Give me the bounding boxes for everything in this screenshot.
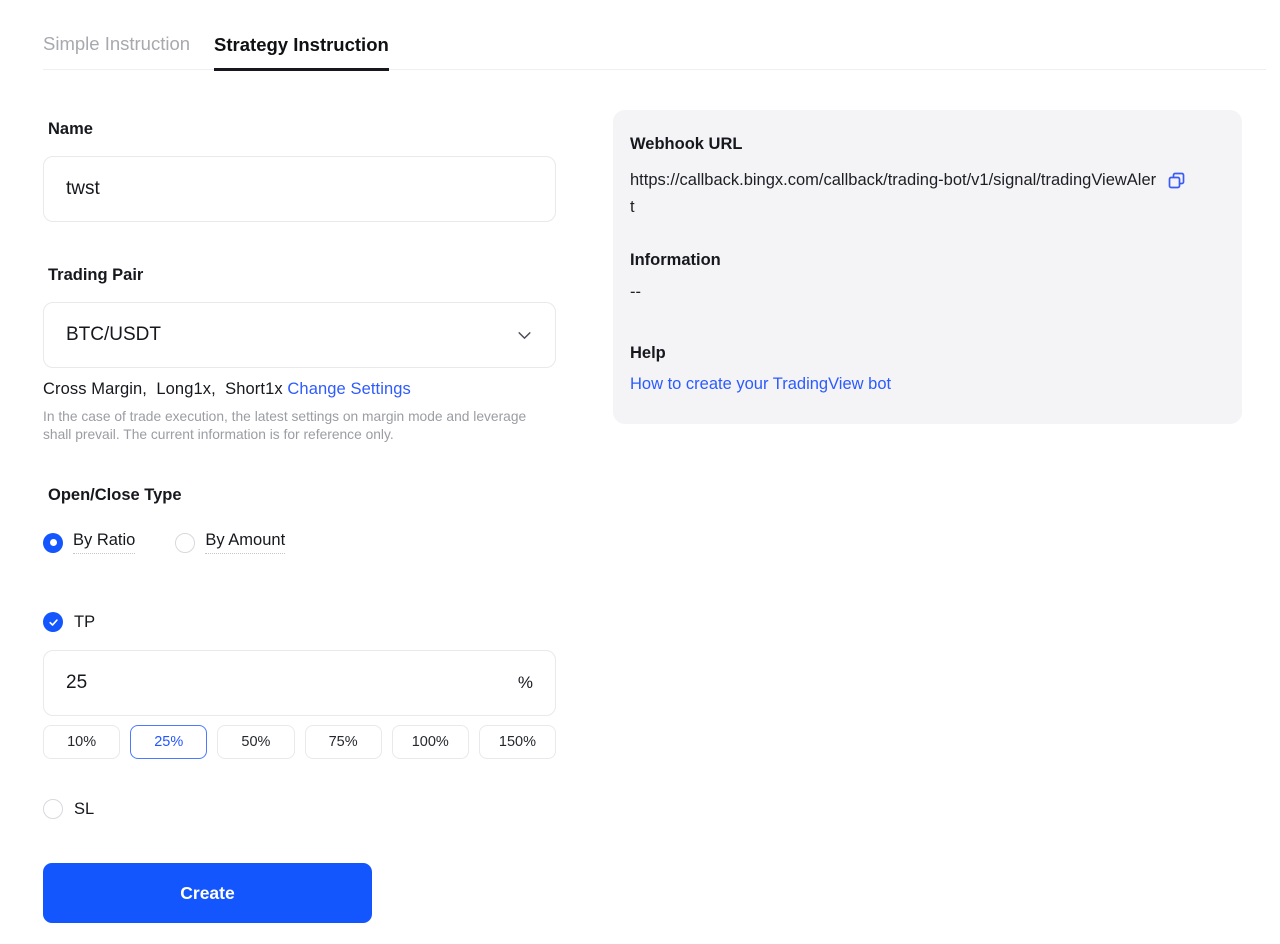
webhook-info-panel: Webhook URL https://callback.bingx.com/c… <box>613 110 1242 424</box>
chevron-down-icon <box>516 327 533 344</box>
main-content: Name Trading Pair BTC/USDT Cross Margin,… <box>0 70 1280 923</box>
copy-icon[interactable] <box>1167 171 1186 195</box>
margin-note: In the case of trade execution, the late… <box>43 408 549 444</box>
chip-150[interactable]: 150% <box>479 725 556 759</box>
margin-settings-text: Cross Margin, Long1x, Short1x <box>43 380 287 398</box>
sl-checkbox-unchecked-icon <box>43 799 63 819</box>
trading-pair-value: BTC/USDT <box>66 324 161 346</box>
radio-selected-icon <box>43 533 63 553</box>
chip-100[interactable]: 100% <box>392 725 469 759</box>
sl-checkbox-row[interactable]: SL <box>43 799 556 819</box>
tp-value-box: % <box>43 650 556 716</box>
chip-50[interactable]: 50% <box>217 725 294 759</box>
radio-unselected-icon <box>175 533 195 553</box>
tp-percent-unit: % <box>518 673 533 693</box>
trading-pair-label: Trading Pair <box>48 266 556 285</box>
chip-10[interactable]: 10% <box>43 725 120 759</box>
name-label: Name <box>48 120 556 139</box>
tp-label: TP <box>74 613 95 632</box>
chip-75[interactable]: 75% <box>305 725 382 759</box>
tab-simple-instruction[interactable]: Simple Instruction <box>43 33 190 69</box>
name-input[interactable] <box>66 178 533 200</box>
radio-by-amount[interactable]: By Amount <box>175 531 285 554</box>
webhook-url-text: https://callback.bingx.com/callback/trad… <box>630 167 1158 221</box>
tp-checkbox-row[interactable]: TP <box>43 612 556 632</box>
open-close-type-label: Open/Close Type <box>48 486 556 505</box>
information-value: -- <box>630 283 1222 302</box>
by-amount-label: By Amount <box>205 531 285 554</box>
open-close-options: By Ratio By Amount <box>43 531 556 554</box>
chip-25[interactable]: 25% <box>130 725 207 759</box>
strategy-form: Name Trading Pair BTC/USDT Cross Margin,… <box>43 70 556 923</box>
create-button[interactable]: Create <box>43 863 372 923</box>
by-ratio-label: By Ratio <box>73 531 135 554</box>
tab-strategy-instruction[interactable]: Strategy Instruction <box>214 34 389 71</box>
webhook-url-title: Webhook URL <box>630 135 1222 154</box>
information-title: Information <box>630 251 1222 270</box>
tp-preset-chips: 10% 25% 50% 75% 100% 150% <box>43 725 556 759</box>
help-title: Help <box>630 344 1222 363</box>
webhook-url-row: https://callback.bingx.com/callback/trad… <box>630 167 1222 221</box>
margin-settings-line: Cross Margin, Long1x, Short1x Change Set… <box>43 380 556 399</box>
tradingview-help-link[interactable]: How to create your TradingView bot <box>630 375 891 394</box>
trading-pair-select[interactable]: BTC/USDT <box>43 302 556 368</box>
name-input-box <box>43 156 556 222</box>
sl-label: SL <box>74 800 94 819</box>
tp-checkbox-checked-icon <box>43 612 63 632</box>
tp-value-input[interactable] <box>66 672 518 694</box>
change-settings-link[interactable]: Change Settings <box>287 380 411 398</box>
instruction-tabs: Simple Instruction Strategy Instruction <box>43 0 1266 70</box>
radio-by-ratio[interactable]: By Ratio <box>43 531 135 554</box>
